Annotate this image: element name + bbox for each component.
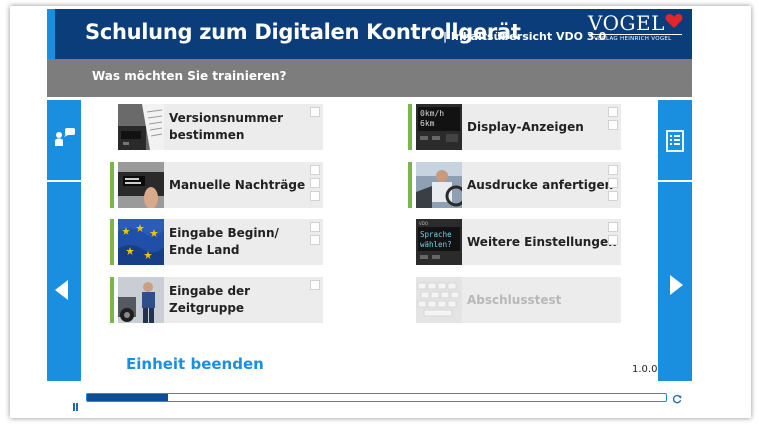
module-tile-weitere-einstellungen[interactable]: VDO Sprache wählen? Weitere Einstellunge… — [416, 219, 621, 265]
svg-text:0km/h: 0km/h — [420, 109, 444, 118]
progress-checkbox — [310, 222, 320, 232]
person-speech-icon[interactable] — [54, 127, 76, 147]
progress-checkboxes — [310, 222, 320, 248]
sidebar-divider — [47, 180, 81, 182]
svg-text:6km: 6km — [420, 119, 435, 128]
progress-checkboxes — [608, 165, 618, 204]
progress-checkbox — [608, 235, 618, 245]
module-label: Display-Anzeigen — [467, 119, 584, 134]
module-tile-versionsnummer[interactable]: Versionsnummer bestimmen — [118, 104, 323, 150]
module-tile-eingabe-der-zeitgruppe[interactable]: Eingabe der Zeitgruppe — [110, 277, 323, 323]
completed-indicator — [110, 277, 114, 323]
version-label: 1.0.0 — [632, 364, 658, 375]
progress-checkbox — [310, 191, 320, 201]
progress-checkbox — [310, 165, 320, 175]
sidebar-divider — [658, 180, 692, 182]
progress-checkboxes — [310, 280, 320, 293]
display-6km-photo: 0km/h 6km — [416, 104, 462, 150]
progress-checkboxes — [608, 107, 618, 133]
driver-at-truck-photo — [118, 277, 164, 323]
document-list-icon[interactable] — [664, 130, 686, 152]
arrow-left-icon[interactable] — [55, 280, 68, 300]
page-subtitle: | Inhaltsübersicht VDO 3.0 — [443, 30, 607, 43]
module-tile-eingabe-beginn-ende-land[interactable]: Eingabe Beginn/Ende Land — [110, 219, 323, 265]
end-unit-button[interactable]: Einheit beenden — [126, 355, 264, 373]
progress-checkbox — [310, 107, 320, 117]
module-tile-ausdrucke-anfertigen[interactable]: Ausdrucke anfertigen — [408, 162, 621, 208]
module-tile-display-anzeigen[interactable]: 0km/h 6km Display-Anzeigen — [408, 104, 621, 150]
module-tile-abschlusstest: Abschlusstest — [416, 277, 621, 323]
module-label: Manuelle Nachträge — [169, 177, 306, 192]
tachograph-receipt-photo — [118, 104, 164, 150]
completed-indicator — [408, 162, 412, 208]
progress-fill — [87, 394, 169, 401]
module-label: Abschlusstest — [467, 292, 562, 307]
completed-indicator — [110, 219, 114, 265]
module-tile-manuelle-nachtraege[interactable]: Manuelle Nachträge — [110, 162, 323, 208]
module-label: Weitere Einstellungen — [467, 234, 617, 249]
training-prompt: Was möchten Sie trainieren? — [92, 69, 287, 83]
progress-checkboxes — [608, 222, 618, 248]
progress-checkbox — [608, 120, 618, 130]
reload-icon[interactable] — [672, 394, 682, 404]
logo-divider — [588, 34, 682, 35]
progress-checkboxes — [310, 107, 320, 120]
progress-checkbox — [608, 165, 618, 175]
playback-progress-bar[interactable] — [86, 393, 667, 402]
driver-in-cab-photo — [416, 162, 462, 208]
module-label: Ausdrucke anfertigen — [467, 177, 614, 192]
progress-checkbox — [310, 280, 320, 290]
progress-checkbox — [608, 178, 618, 188]
progress-checkbox — [310, 235, 320, 245]
eu-flag-photo — [118, 219, 164, 265]
arrow-right-icon[interactable] — [670, 275, 683, 295]
finger-on-device-photo — [118, 162, 164, 208]
svg-text:wählen?: wählen? — [420, 240, 452, 249]
vogel-logo: VOGEL — [588, 11, 665, 35]
svg-text:VDO: VDO — [419, 221, 428, 226]
progress-checkbox — [608, 107, 618, 117]
logo-heart-icon — [665, 14, 683, 28]
header-accent-stripe — [47, 9, 55, 59]
logo-subtitle: VERLAG HEINRICH VOGEL — [594, 36, 672, 42]
completed-indicator — [110, 162, 114, 208]
module-label: Eingabe Beginn/Ende Land — [169, 226, 279, 257]
svg-text:Sprache: Sprache — [420, 230, 452, 239]
keyboard-photo — [416, 277, 462, 323]
progress-checkboxes — [310, 165, 320, 204]
module-label: Eingabe der Zeitgruppe — [169, 284, 251, 315]
progress-checkbox — [608, 222, 618, 232]
completed-indicator — [408, 104, 412, 150]
progress-checkbox — [608, 191, 618, 201]
pause-icon[interactable] — [73, 396, 79, 411]
module-label: Versionsnummer bestimmen — [169, 111, 284, 142]
progress-checkbox — [310, 178, 320, 188]
display-sprache-photo: VDO Sprache wählen? — [416, 219, 462, 265]
